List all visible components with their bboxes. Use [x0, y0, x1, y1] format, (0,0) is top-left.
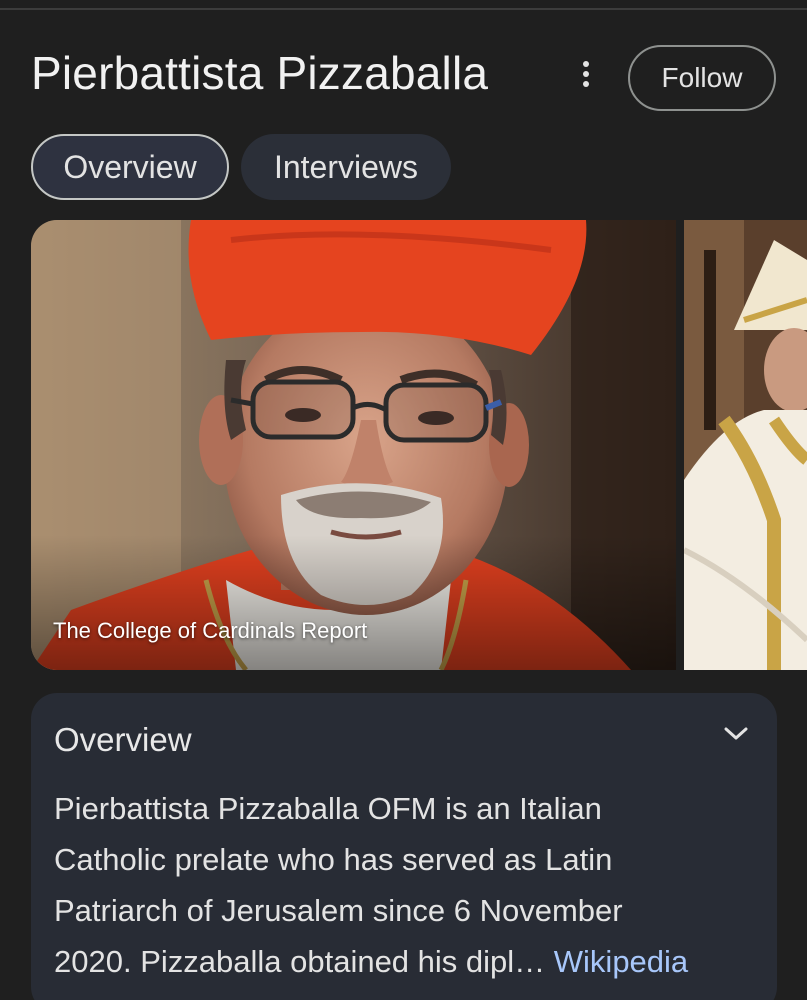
page-title: Pierbattista Pizzaballa: [31, 47, 489, 99]
main-photo[interactable]: The College of Cardinals Report: [31, 220, 676, 670]
wikipedia-link[interactable]: Wikipedia: [554, 944, 688, 979]
overview-card: Overview Pierbattista Pizzaballa OFM is …: [31, 693, 777, 1000]
follow-button[interactable]: Follow: [628, 45, 776, 111]
portrait-image: [31, 220, 676, 670]
overview-card-title: Overview: [54, 721, 192, 758]
knowledge-panel: Pierbattista Pizzaballa Follow Overview …: [0, 0, 807, 1000]
description-line: Catholic prelate who has served as Latin: [54, 842, 613, 877]
secondary-photo[interactable]: [684, 220, 807, 670]
more-vert-icon: [583, 61, 589, 87]
tab-overview-label: Overview: [63, 148, 197, 185]
description-line: Pierbattista Pizzaballa OFM is an Italia…: [54, 791, 602, 826]
chevron-down-icon: [724, 727, 748, 740]
bishop-image: [684, 220, 807, 670]
description-line-last: 2020. Pizzaballa obtained his dipl… Wiki…: [54, 936, 764, 987]
description-line: Patriarch of Jerusalem since 6 November: [54, 893, 623, 928]
description-line: 2020. Pizzaballa obtained his dipl…: [54, 944, 546, 979]
tab-interviews-label: Interviews: [273, 148, 419, 185]
photo-caption: The College of Cardinals Report: [53, 618, 368, 643]
top-divider: [0, 0, 807, 10]
overview-description: Pierbattista Pizzaballa OFM is an Italia…: [54, 783, 764, 987]
expand-button[interactable]: [719, 717, 753, 751]
tab-overview[interactable]: Overview: [31, 134, 229, 200]
more-options-button[interactable]: [566, 54, 606, 94]
tab-interviews[interactable]: Interviews: [241, 134, 451, 200]
